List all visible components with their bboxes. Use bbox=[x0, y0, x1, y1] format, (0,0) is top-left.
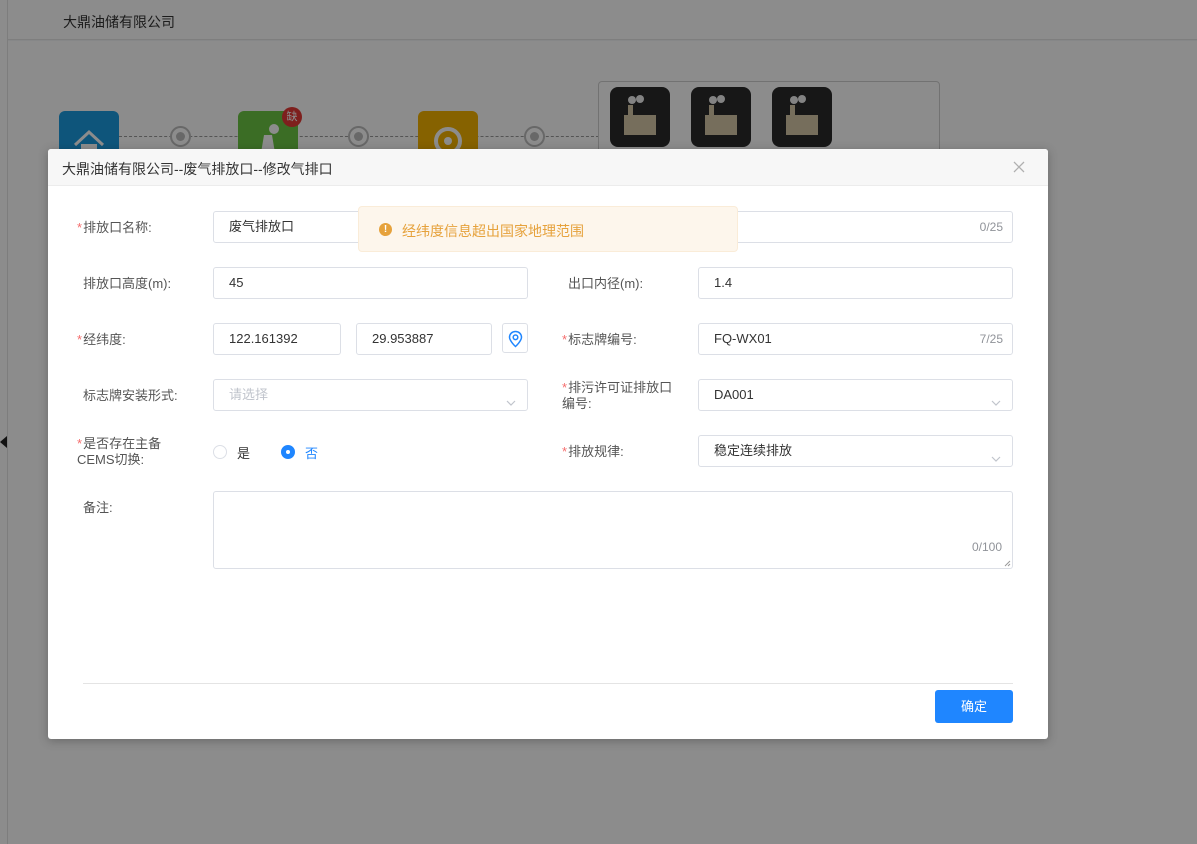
footer-divider bbox=[83, 683, 1013, 684]
outlet-height-label: 排放口高度(m): bbox=[83, 276, 172, 291]
longitude-input[interactable]: 122.161392 bbox=[213, 323, 341, 355]
outlet-diameter-label: 出口内径(m): bbox=[568, 276, 644, 291]
chevron-down-icon bbox=[505, 390, 517, 406]
radio-button-selected[interactable] bbox=[281, 445, 295, 459]
dialog-header: 大鼎油储有限公司--废气排放口--修改气排口 bbox=[48, 149, 1048, 186]
warning-icon: ! bbox=[379, 223, 392, 236]
warning-toast: ! 经纬度信息超出国家地理范围 bbox=[358, 206, 738, 252]
sign-number-label: *标志牌编号: bbox=[562, 332, 637, 347]
outlet-name-label: *排放口名称: bbox=[77, 220, 152, 235]
chevron-down-icon bbox=[990, 446, 1002, 462]
sign-install-label: 标志牌安装形式: bbox=[83, 388, 178, 403]
confirm-button[interactable]: 确定 bbox=[935, 690, 1013, 723]
radio-label-no: 否 bbox=[305, 446, 319, 461]
permit-number-select[interactable]: DA001 bbox=[698, 379, 1013, 411]
cems-switch-label: *是否存在主备CEMS切换: bbox=[77, 436, 162, 467]
remark-count: 0/100 bbox=[971, 540, 1002, 554]
location-pin-icon[interactable] bbox=[502, 323, 528, 353]
outlet-diameter-input[interactable]: 1.4 bbox=[698, 267, 1013, 299]
emission-pattern-select[interactable]: 稳定连续排放 bbox=[698, 435, 1013, 467]
resize-grip-icon[interactable] bbox=[1003, 559, 1011, 567]
sign-install-select[interactable]: 请选择 bbox=[213, 379, 528, 411]
dialog-title: 大鼎油储有限公司--废气排放口--修改气排口 bbox=[62, 161, 333, 177]
remark-label: 备注: bbox=[83, 500, 113, 515]
latitude-input[interactable]: 29.953887 bbox=[356, 323, 492, 355]
chevron-down-icon bbox=[990, 390, 1002, 406]
lnglat-label: *经纬度: bbox=[77, 332, 126, 347]
outlet-height-input[interactable]: 45 bbox=[213, 267, 528, 299]
sign-number-count: 7/25 bbox=[979, 332, 1003, 346]
sign-number-input[interactable]: FQ-WX01 7/25 bbox=[698, 323, 1013, 355]
emission-pattern-label: *排放规律: bbox=[562, 444, 624, 459]
radio-button[interactable] bbox=[213, 445, 227, 459]
radio-label-yes: 是 bbox=[237, 446, 251, 461]
toast-message: 经纬度信息超出国家地理范围 bbox=[402, 223, 584, 239]
remark-textarea[interactable]: 0/100 bbox=[213, 491, 1013, 569]
outlet-name-count: 0/25 bbox=[979, 220, 1003, 234]
permit-number-label: *排污许可证排放口编号: bbox=[562, 380, 673, 411]
close-icon[interactable] bbox=[1010, 158, 1028, 176]
